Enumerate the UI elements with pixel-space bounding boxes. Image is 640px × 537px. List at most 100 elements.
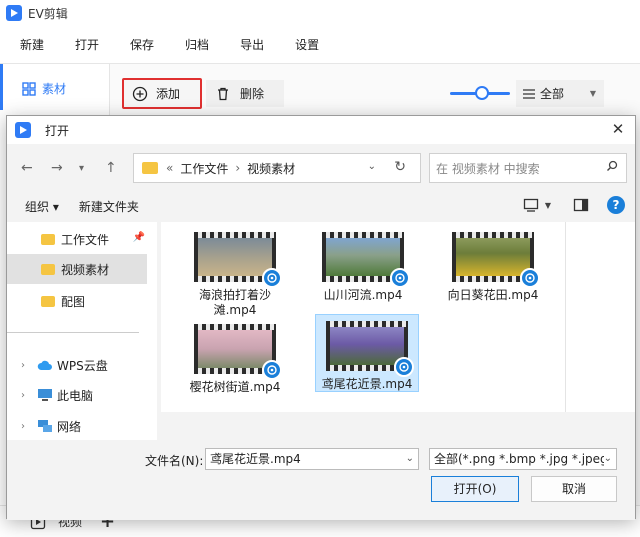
- nav-item-images[interactable]: 配图: [7, 286, 147, 316]
- file-name: 山川河流.mp4: [323, 288, 403, 302]
- zoom-slider-knob[interactable]: [475, 86, 489, 100]
- chevron-down-icon[interactable]: ⌄: [603, 449, 612, 469]
- dialog-app-icon: [15, 122, 31, 138]
- video-thumbnail: [194, 324, 282, 380]
- add-button[interactable]: 添加: [122, 78, 202, 109]
- breadcrumb-work-files[interactable]: 工作文件: [180, 160, 228, 177]
- add-button-label: 添加: [156, 87, 181, 101]
- nav-item-label: 网络: [57, 419, 82, 434]
- nav-item-this-pc[interactable]: › 此电脑: [7, 380, 147, 410]
- video-badge-icon: [390, 268, 410, 288]
- nav-item-label: 配图: [61, 294, 86, 309]
- refresh-icon[interactable]: ↻: [394, 159, 406, 175]
- cloud-icon: [37, 360, 52, 370]
- organize-menu[interactable]: 组织 ▾: [25, 198, 59, 215]
- dialog-navbar: ← → ▾ ↑ « 工作文件 › 视频素材 ⌄ ↻ 在 视频素材 中搜索: [7, 144, 635, 190]
- chevron-right-icon[interactable]: ›: [21, 360, 37, 371]
- pin-icon: 📌: [132, 232, 145, 243]
- trash-icon: [218, 87, 228, 100]
- list-icon: [523, 88, 535, 99]
- file-name: 樱花树街道.mp4: [189, 380, 281, 394]
- close-icon[interactable]: ✕: [609, 120, 627, 138]
- breadcrumb-overflow-icon[interactable]: «: [166, 161, 173, 175]
- up-arrow-icon[interactable]: ↑: [105, 160, 117, 176]
- delete-button-label: 删除: [240, 87, 265, 101]
- file-name: 向日葵花田.mp4: [447, 288, 539, 302]
- filter-dropdown[interactable]: 全部 ▼: [516, 80, 604, 107]
- folder-icon: [41, 263, 55, 275]
- back-arrow-icon[interactable]: ←: [21, 160, 33, 176]
- menu-export[interactable]: 导出: [240, 36, 264, 53]
- folder-icon: [41, 233, 55, 245]
- sidebar-selection-indicator: [0, 64, 3, 110]
- search-input[interactable]: 在 视频素材 中搜索: [429, 153, 627, 183]
- file-item[interactable]: 樱花树街道.mp4: [183, 318, 287, 395]
- video-badge-icon: [520, 268, 540, 288]
- search-placeholder: 在 视频素材 中搜索: [436, 161, 540, 176]
- file-item-selected[interactable]: 鸢尾花近景.mp4: [315, 314, 419, 392]
- video-thumbnail: [322, 232, 410, 288]
- sidebar-item-material[interactable]: 素材: [22, 80, 66, 97]
- folder-icon: [142, 162, 158, 174]
- preview-pane-icon[interactable]: [573, 198, 589, 212]
- search-icon: [606, 160, 618, 175]
- nav-item-wps-cloud[interactable]: › WPS云盘: [7, 350, 147, 380]
- network-icon: [38, 420, 52, 432]
- menu-open[interactable]: 打开: [75, 36, 99, 53]
- video-badge-icon: [262, 360, 282, 380]
- new-folder-button[interactable]: 新建文件夹: [79, 198, 139, 215]
- nav-item-network[interactable]: › 网络: [7, 412, 157, 440]
- chevron-down-icon[interactable]: ⌄: [368, 161, 376, 172]
- app-logo-icon: [6, 5, 22, 21]
- navigation-pane: 工作文件 📌 视频素材 配图 › WPS云盘 › 此电脑: [7, 222, 157, 412]
- file-name-input[interactable]: 鸢尾花近景.mp4 ⌄: [205, 448, 419, 470]
- forward-arrow-icon[interactable]: →: [51, 160, 63, 176]
- menu-settings[interactable]: 设置: [295, 36, 319, 53]
- video-thumbnail: [452, 232, 540, 288]
- file-name-label: 文件名(N):: [145, 454, 204, 468]
- cancel-button[interactable]: 取消: [531, 476, 617, 502]
- delete-button[interactable]: 删除: [206, 80, 284, 107]
- file-type-value: 全部(*.png *.bmp *.jpg *.jpeg: [434, 452, 608, 466]
- view-mode-icon[interactable]: [523, 198, 539, 212]
- dialog-bottom-bar: › 网络 文件名(N): 鸢尾花近景.mp4 ⌄ 全部(*.png *.bmp …: [7, 412, 635, 520]
- open-button[interactable]: 打开(O): [431, 476, 519, 502]
- file-list: 海浪拍打着沙滩.mp4 山川河流.mp4 向日葵花田.mp4 樱花树街道.mp4…: [161, 222, 565, 412]
- video-badge-icon: [394, 357, 414, 377]
- nav-item-work-files[interactable]: 工作文件 📌: [7, 224, 147, 254]
- nav-divider: [7, 332, 139, 333]
- menu-new[interactable]: 新建: [20, 36, 44, 53]
- file-name: 鸢尾花近景.mp4: [321, 377, 413, 391]
- video-thumbnail: [326, 321, 414, 377]
- file-item[interactable]: 山川河流.mp4: [311, 226, 415, 303]
- file-item[interactable]: 向日葵花田.mp4: [441, 226, 545, 303]
- breadcrumb-separator-icon: ›: [235, 161, 241, 175]
- video-badge-icon: [262, 268, 282, 288]
- preview-pane: [565, 222, 635, 412]
- chevron-down-icon[interactable]: ⌄: [406, 449, 414, 469]
- menu-archive[interactable]: 归档: [185, 36, 209, 53]
- folder-icon: [41, 295, 55, 307]
- dialog-titlebar: 打开 ✕: [7, 116, 635, 144]
- file-name: 海浪拍打着沙滩.mp4: [198, 288, 271, 317]
- app-titlebar: EV剪辑: [0, 0, 640, 26]
- chevron-right-icon[interactable]: ›: [21, 421, 37, 432]
- nav-item-video-material[interactable]: 视频素材: [7, 254, 147, 284]
- menu-save[interactable]: 保存: [130, 36, 154, 53]
- file-name-value: 鸢尾花近景.mp4: [210, 452, 301, 466]
- open-file-dialog: 打开 ✕ ← → ▾ ↑ « 工作文件 › 视频素材 ⌄ ↻ 在 视频素材 中搜…: [6, 115, 636, 520]
- computer-icon: [38, 389, 52, 401]
- chevron-right-icon[interactable]: ›: [21, 390, 37, 401]
- dialog-toolbar: 组织 ▾ 新建文件夹 ▼ ?: [7, 190, 635, 222]
- help-icon[interactable]: ?: [607, 196, 625, 214]
- view-mode-chevron-icon[interactable]: ▼: [545, 201, 551, 210]
- grid-icon: [22, 81, 36, 96]
- video-thumbnail: [194, 232, 282, 288]
- file-type-select[interactable]: 全部(*.png *.bmp *.jpg *.jpeg ⌄: [429, 448, 617, 470]
- breadcrumb-video-material[interactable]: 视频素材: [247, 160, 295, 177]
- file-item[interactable]: 海浪拍打着沙滩.mp4: [183, 226, 287, 318]
- nav-item-label: 此电脑: [57, 388, 94, 403]
- address-bar[interactable]: « 工作文件 › 视频素材 ⌄ ↻: [133, 153, 421, 183]
- plus-circle-icon: [132, 86, 148, 101]
- recent-locations-icon[interactable]: ▾: [79, 163, 84, 174]
